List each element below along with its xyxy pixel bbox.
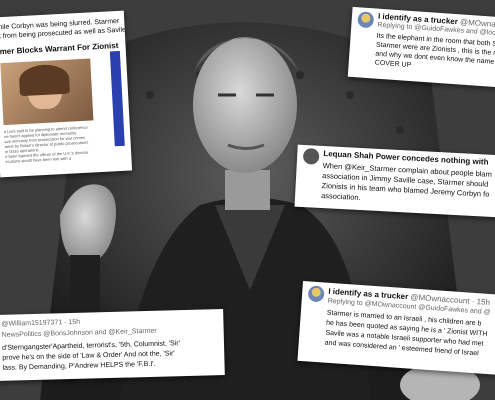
tweet-handle: @William15197371 · 15h (1, 318, 81, 328)
avatar-icon (357, 11, 375, 29)
article-caption: n Livni said to be planning to attend co… (3, 124, 89, 165)
tweet-body: Its the elephant in the room that both S… (374, 32, 495, 70)
avatar-icon (307, 285, 325, 303)
tweet-reply-to: NewsPolitics @BorisJohnson and @Keir_Sta… (1, 327, 157, 339)
tweet-card-trucker-1: I identify as a trucker @MOwnaccount Rep… (347, 6, 495, 88)
tweet-card-lequan: Lequan Shah Power concedes nothing with … (294, 144, 495, 218)
article-photo (0, 58, 94, 126)
tweet-card-william: @William15197371 · 15h NewsPolitics @Bor… (0, 309, 225, 381)
article-headline: mer Blocks Warrant For Zionist (0, 40, 119, 57)
sidebar-ad-bar (109, 50, 125, 147)
collage: hile Corbyn was being slurred. Starmer t… (0, 0, 495, 400)
tweet-body: Starmer is married to an Israeli , his c… (324, 309, 488, 358)
avatar-icon (302, 147, 320, 165)
tweet-body: When @Keir_Starmer complain about people… (320, 161, 493, 203)
article-card: hile Corbyn was being slurred. Starmer t… (0, 10, 133, 178)
tweet-card-trucker-2: I identify as a trucker @MOwnaccount · 1… (297, 280, 495, 376)
tweet-body: d'Sterngangster'Apartheid, terrorist's, … (1, 340, 181, 372)
